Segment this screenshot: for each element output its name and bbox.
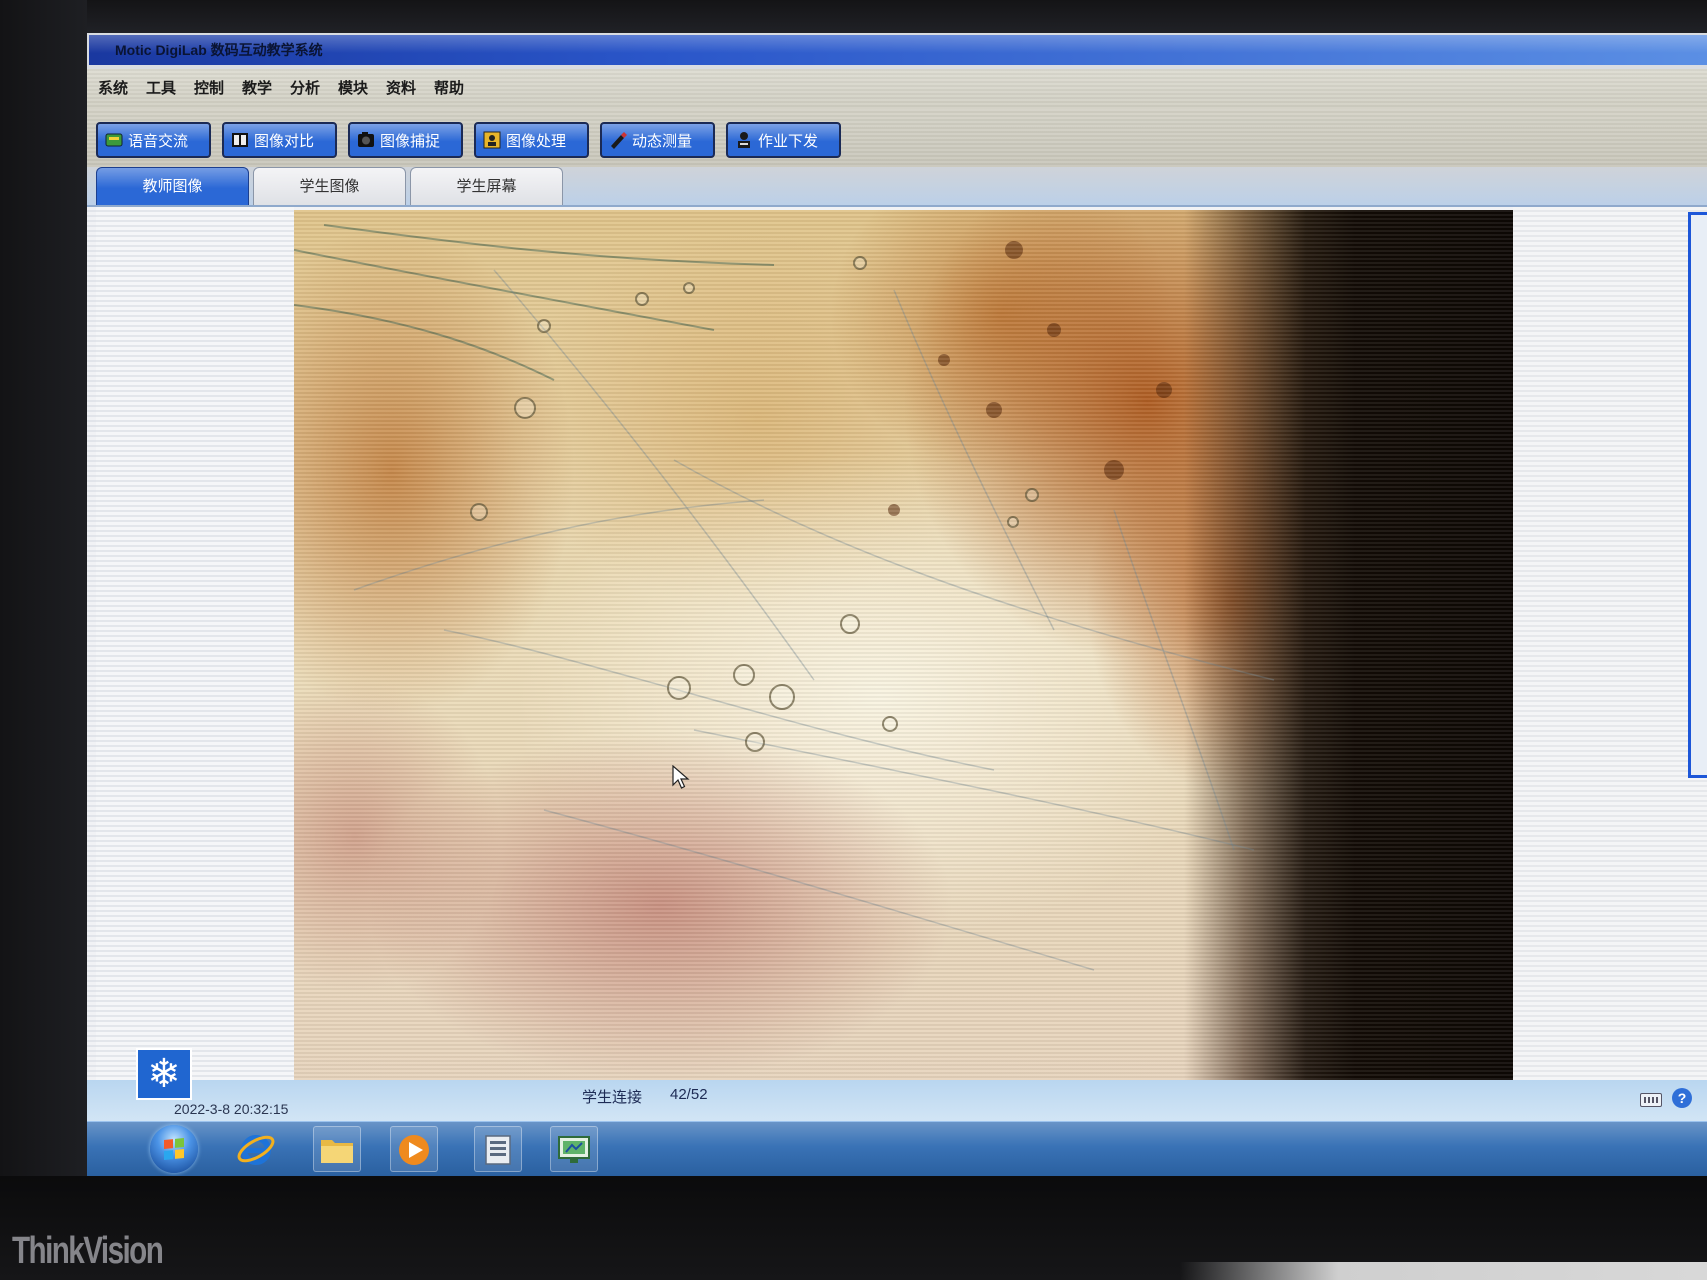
capture-icon bbox=[356, 130, 376, 150]
toolbar: 语音交流 图像对比 图像捕捉 图像处理 动态测量 作业下发 bbox=[87, 109, 1707, 167]
pigment-spots bbox=[888, 241, 1172, 516]
toolbar-button-label: 图像对比 bbox=[254, 132, 315, 150]
windows-taskbar bbox=[87, 1121, 1707, 1176]
measure-icon bbox=[608, 130, 628, 150]
student-connection-count: 42/52 bbox=[670, 1086, 708, 1103]
menu-system[interactable]: 系统 bbox=[98, 69, 146, 109]
microscope-image-view[interactable] bbox=[294, 210, 1513, 1080]
window-title-bar[interactable]: Motic DigiLab 数码互动教学系统 bbox=[89, 35, 1707, 65]
student-connection-label: 学生连接 bbox=[582, 1089, 643, 1106]
tab-strip: 教师图像 学生图像 学生屏幕 bbox=[87, 167, 1707, 207]
monitor-brand-logo: ThinkVision bbox=[12, 1230, 164, 1272]
image-compare-button[interactable]: 图像对比 bbox=[222, 122, 337, 158]
status-bar bbox=[87, 1080, 1707, 1121]
right-panel bbox=[1513, 207, 1707, 1080]
microscope-app-icon[interactable] bbox=[550, 1126, 598, 1172]
specimen-detail-layer bbox=[294, 224, 1275, 971]
menu-tools[interactable]: 工具 bbox=[146, 69, 194, 109]
fiber-strands-light bbox=[353, 269, 1275, 971]
folder-icon[interactable] bbox=[313, 1126, 361, 1172]
menu-resources[interactable]: 资料 bbox=[386, 69, 434, 109]
windows-flag-logo bbox=[164, 1137, 184, 1161]
internet-explorer-icon[interactable] bbox=[232, 1126, 280, 1172]
chat-icon bbox=[104, 130, 124, 150]
menu-teaching[interactable]: 教学 bbox=[242, 69, 290, 109]
windows-start-icon[interactable] bbox=[150, 1125, 198, 1173]
monitor-bezel-left bbox=[0, 0, 87, 1280]
mouse-cursor-icon bbox=[672, 764, 690, 791]
image-process-button[interactable]: 图像处理 bbox=[474, 122, 589, 158]
voice-chat-button[interactable]: 语音交流 bbox=[96, 122, 211, 158]
fiber-strands-dark bbox=[294, 224, 775, 381]
left-panel bbox=[96, 207, 294, 1080]
window-title: Motic DigiLab 数码互动教学系统 bbox=[115, 42, 323, 58]
compare-icon bbox=[230, 130, 250, 150]
status-datetime: 2022-3-8 20:32:15 bbox=[174, 1101, 289, 1117]
menu-analysis[interactable]: 分析 bbox=[290, 69, 338, 109]
tab-teacher-image[interactable]: 教师图像 bbox=[96, 167, 249, 205]
menu-help[interactable]: 帮助 bbox=[434, 69, 482, 109]
media-player-icon[interactable] bbox=[390, 1126, 438, 1172]
snowflake-icon[interactable] bbox=[136, 1048, 192, 1100]
image-capture-button[interactable]: 图像捕捉 bbox=[348, 122, 463, 158]
toolbar-button-label: 图像处理 bbox=[506, 132, 567, 150]
monitor-bezel-top bbox=[0, 0, 1707, 33]
menu-control[interactable]: 控制 bbox=[194, 69, 242, 109]
help-icon[interactable]: ? bbox=[1672, 1088, 1692, 1108]
monitor-screen: Motic DigiLab 数码互动教学系统 系统 工具 控制 教学 分析 模块… bbox=[87, 33, 1707, 1176]
image-process-icon bbox=[482, 130, 502, 150]
assignment-distribute-button[interactable]: 作业下发 bbox=[726, 122, 841, 158]
main-content bbox=[87, 207, 1707, 1080]
dynamic-measure-button[interactable]: 动态测量 bbox=[600, 122, 715, 158]
assignment-icon bbox=[734, 130, 754, 150]
toolbar-button-label: 动态测量 bbox=[632, 132, 693, 150]
document-app-icon[interactable] bbox=[474, 1126, 522, 1172]
menu-modules[interactable]: 模块 bbox=[338, 69, 386, 109]
bubbles bbox=[470, 256, 1039, 752]
toolbar-button-label: 语音交流 bbox=[128, 132, 189, 150]
menu-bar: 系统 工具 控制 教学 分析 模块 资料 帮助 bbox=[87, 69, 1707, 109]
keyboard-icon[interactable] bbox=[1640, 1093, 1662, 1107]
toolbar-button-label: 图像捕捉 bbox=[380, 132, 441, 150]
side-panel-frame[interactable] bbox=[1688, 212, 1707, 778]
toolbar-button-label: 作业下发 bbox=[758, 132, 819, 150]
tab-student-screen[interactable]: 学生屏幕 bbox=[410, 167, 563, 205]
desk-surface bbox=[1180, 1262, 1707, 1280]
tab-student-image[interactable]: 学生图像 bbox=[253, 167, 406, 205]
